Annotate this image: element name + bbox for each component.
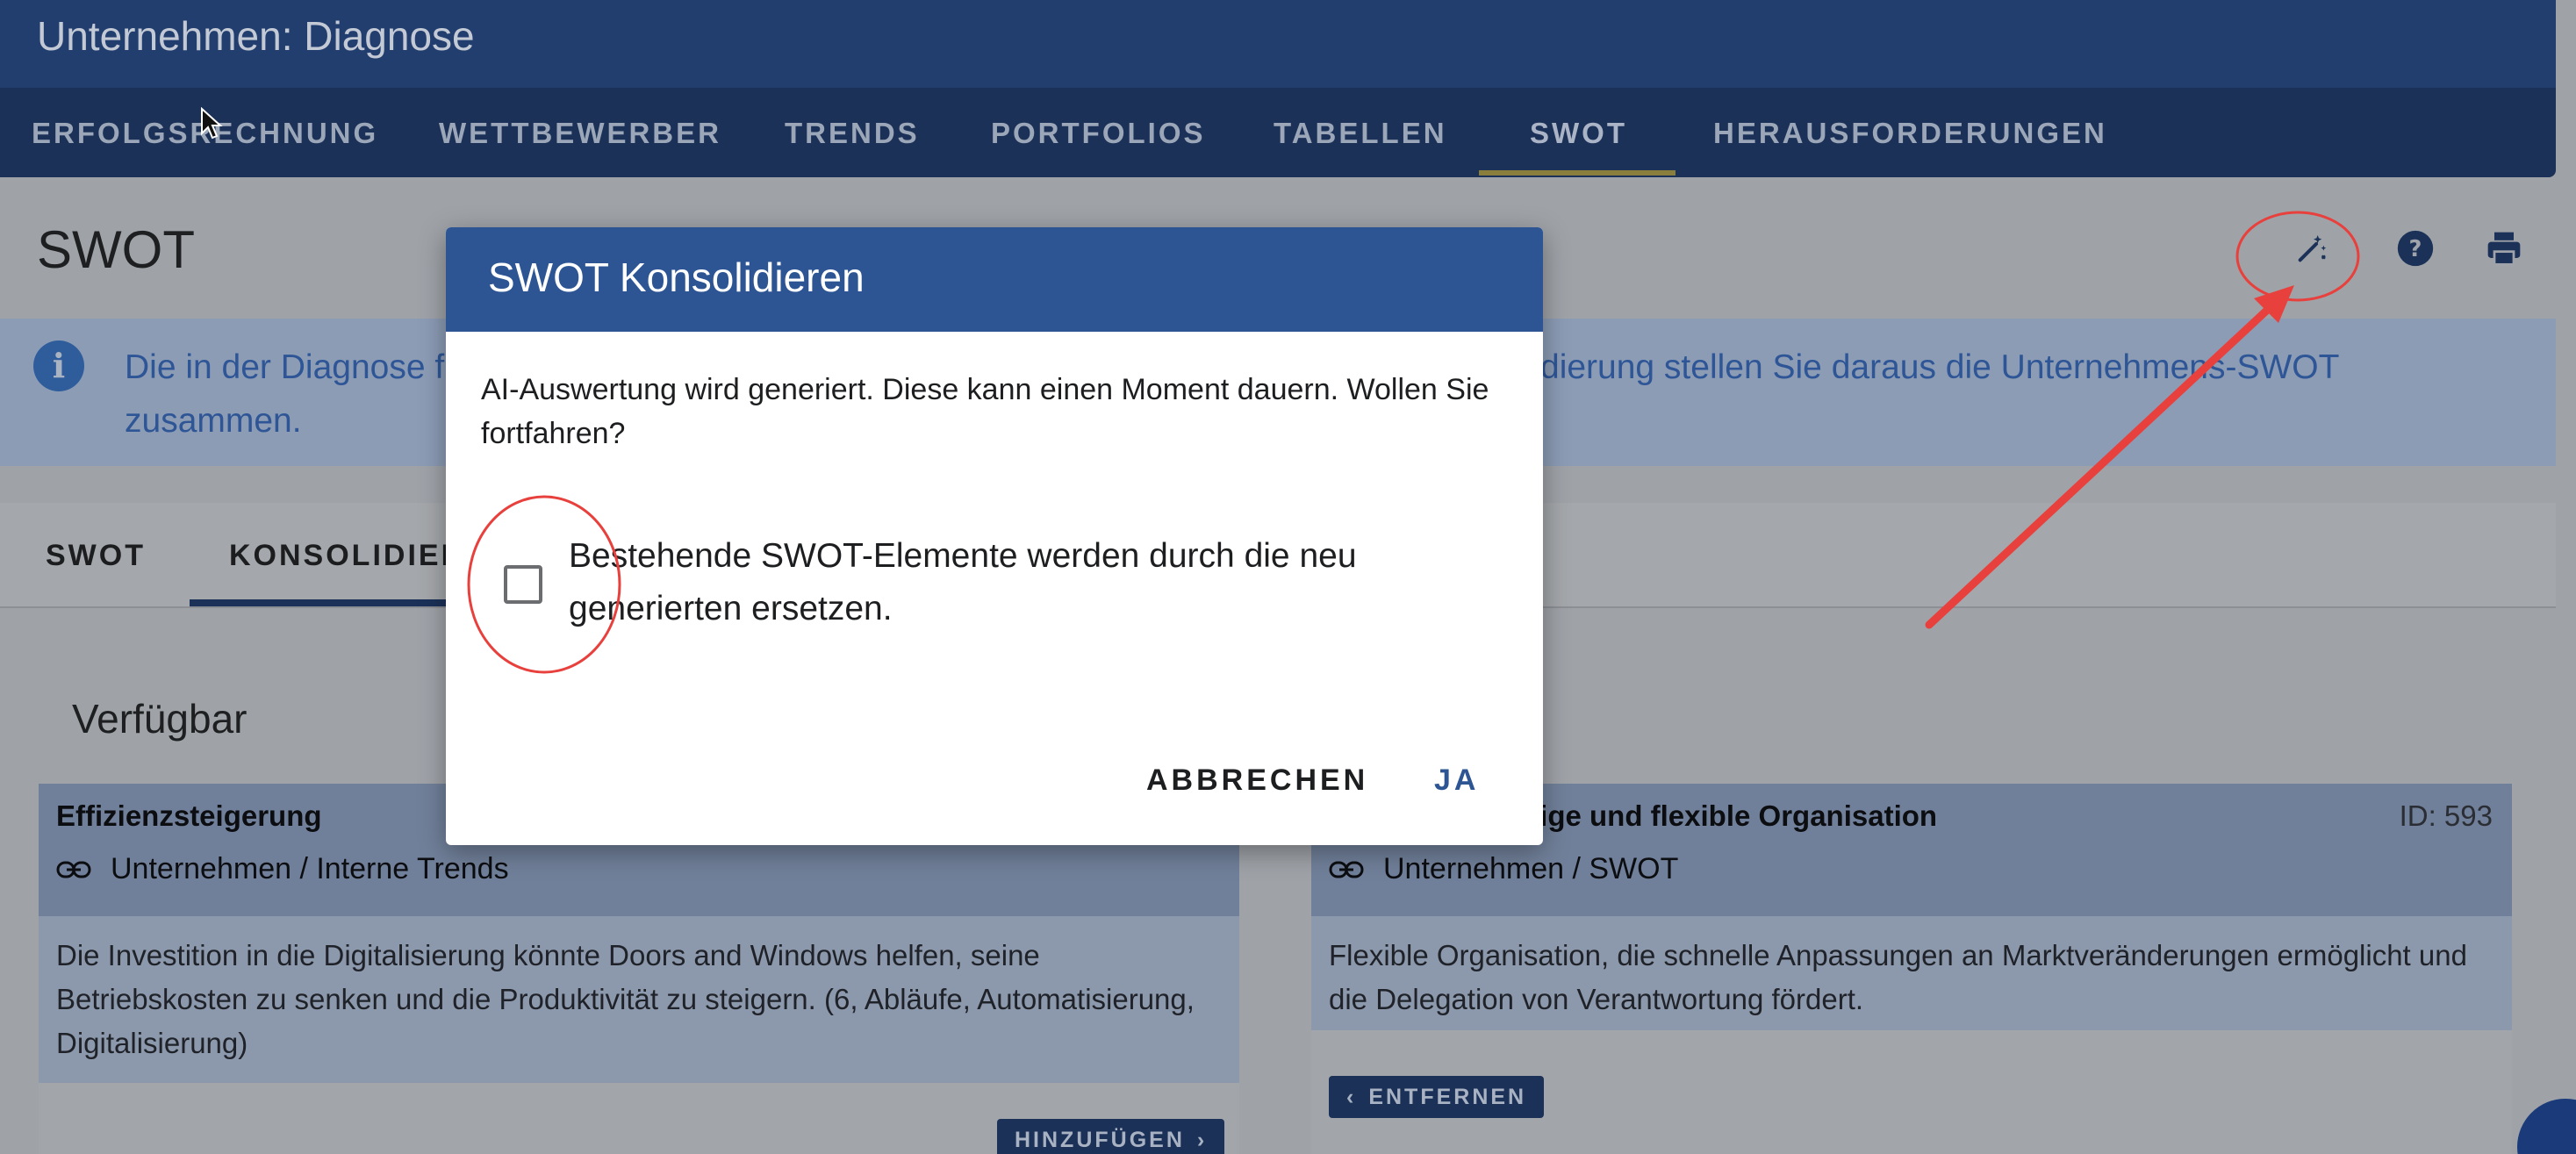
link-icon [1329,861,1364,878]
card-body: Flexible Organisation, die schnelle Anpa… [1311,916,2512,1030]
swot-consolidate-dialog: SWOT Konsolidieren AI-Auswertung wird ge… [446,227,1543,845]
app-title: Unternehmen: Diagnose [37,13,475,59]
tab-konsolidieren[interactable]: KONSOLIDIER [229,503,465,608]
nav-item-portfolios[interactable]: PORTFOLIOS [991,88,1206,177]
card-link-label: Unternehmen / SWOT [1383,852,1679,885]
nav-item-swot[interactable]: SWOT [1530,88,1627,177]
floating-action-button[interactable] [2517,1099,2576,1154]
add-button[interactable]: HINZUFÜGEN › [997,1119,1225,1154]
replace-existing-label[interactable]: Bestehende SWOT-Elemente werden durch di… [569,530,1482,635]
magic-wand-icon[interactable] [2290,226,2334,270]
remove-button[interactable]: ‹ ENTFERNEN [1329,1076,1545,1118]
info-text-right: dierung stellen Sie daraus die Unternehm… [1540,348,2340,386]
page-title: SWOT [37,220,195,279]
card-link[interactable]: Unternehmen / SWOT [1329,852,1678,886]
link-icon [56,861,91,878]
nav-item-herausforderungen[interactable]: HERAUSFORDERUNGEN [1713,88,2107,177]
card-link[interactable]: Unternehmen / Interne Trends [56,852,509,886]
add-button-label: HINZUFÜGEN [1015,1127,1185,1152]
card-id: ID: 593 [2399,799,2493,832]
dialog-header: SWOT Konsolidieren [446,227,1543,332]
card-title: nige und flexible Organisation [1522,799,1938,832]
dialog-message: AI-Auswertung wird generiert. Diese kann… [481,373,1489,450]
info-text-line2: zusammen. [125,402,302,440]
replace-existing-checkbox[interactable] [504,565,542,604]
card-link-label: Unternehmen / Interne Trends [111,852,509,885]
dialog-title: SWOT Konsolidieren [488,254,865,300]
main-nav: ERFOLGSRECHNUNG WETTBEWERBER TRENDS PORT… [0,88,2556,177]
svg-text:?: ? [2409,236,2422,262]
info-icon: i [33,340,84,391]
tab-swot[interactable]: SWOT [46,503,146,608]
info-text-left: Die in der Diagnose f [125,348,445,386]
card-body: Die Investition in die Digitalisierung k… [39,916,1239,1083]
app-bar: Unternehmen: Diagnose [0,0,2556,88]
card-title: Effizienzsteigerung [56,799,322,832]
nav-item-tabellen[interactable]: TABELLEN [1274,88,1447,177]
print-icon[interactable] [2482,226,2526,270]
nav-item-wettbewerber[interactable]: WETTBEWERBER [439,88,721,177]
mouse-cursor-icon [201,107,223,140]
section-title: Verfügbar [72,696,248,742]
nav-item-trends[interactable]: TRENDS [785,88,920,177]
help-icon[interactable]: ? [2393,226,2437,270]
tab-active-indicator [190,599,453,606]
cancel-button[interactable]: ABBRECHEN [1146,754,1368,806]
chevron-left-icon: ‹ [1346,1084,1357,1109]
chevron-right-icon: › [1196,1127,1208,1152]
annotation-arrow-head [2254,285,2294,323]
nav-active-indicator [1479,170,1675,176]
confirm-button[interactable]: JA [1434,754,1479,806]
remove-button-label: ENTFERNEN [1368,1084,1527,1109]
